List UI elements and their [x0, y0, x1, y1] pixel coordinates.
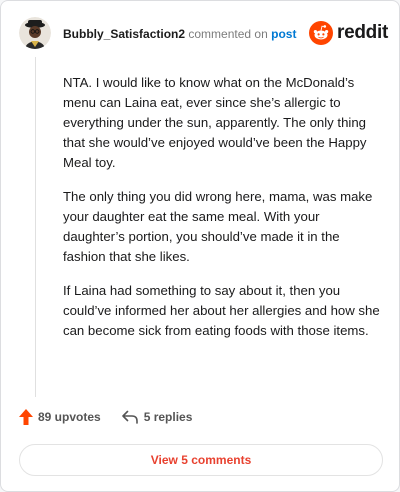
comment-body: NTA. I would like to know what on the Mc… [63, 73, 385, 355]
post-link[interactable]: post [271, 27, 296, 41]
comment-paragraph: NTA. I would like to know what on the Mc… [63, 75, 367, 170]
upvote-arrow-icon [19, 409, 33, 425]
brand-wordmark: reddit [337, 22, 388, 43]
comment-paragraph: If Laina had something to say about it, … [63, 283, 380, 338]
username-link[interactable]: Bubbly_Satisfaction2 [63, 27, 185, 41]
comment-paragraph: The only thing you did wrong here, mama,… [63, 189, 373, 264]
action-text: commented on [188, 27, 268, 41]
comment-header: Bubbly_Satisfaction2 commented on post [63, 27, 296, 41]
reddit-logo-icon [309, 21, 333, 45]
view-comments-button[interactable]: View 5 comments [19, 444, 383, 476]
comment-card: Bubbly_Satisfaction2 commented on post r… [0, 0, 400, 492]
comment-actions: 89 upvotes 5 replies [19, 409, 192, 425]
reply-arrow-icon [121, 410, 138, 424]
avatar[interactable] [19, 17, 51, 49]
replies-count: 5 replies [143, 410, 193, 424]
upvote-count: 89 upvotes [38, 410, 101, 424]
thread-line [35, 57, 36, 397]
avatar-icon [19, 17, 51, 49]
replies-button[interactable]: 5 replies [121, 409, 193, 425]
upvote-button[interactable]: 89 upvotes [19, 409, 101, 425]
reddit-logo[interactable]: reddit [309, 21, 388, 45]
